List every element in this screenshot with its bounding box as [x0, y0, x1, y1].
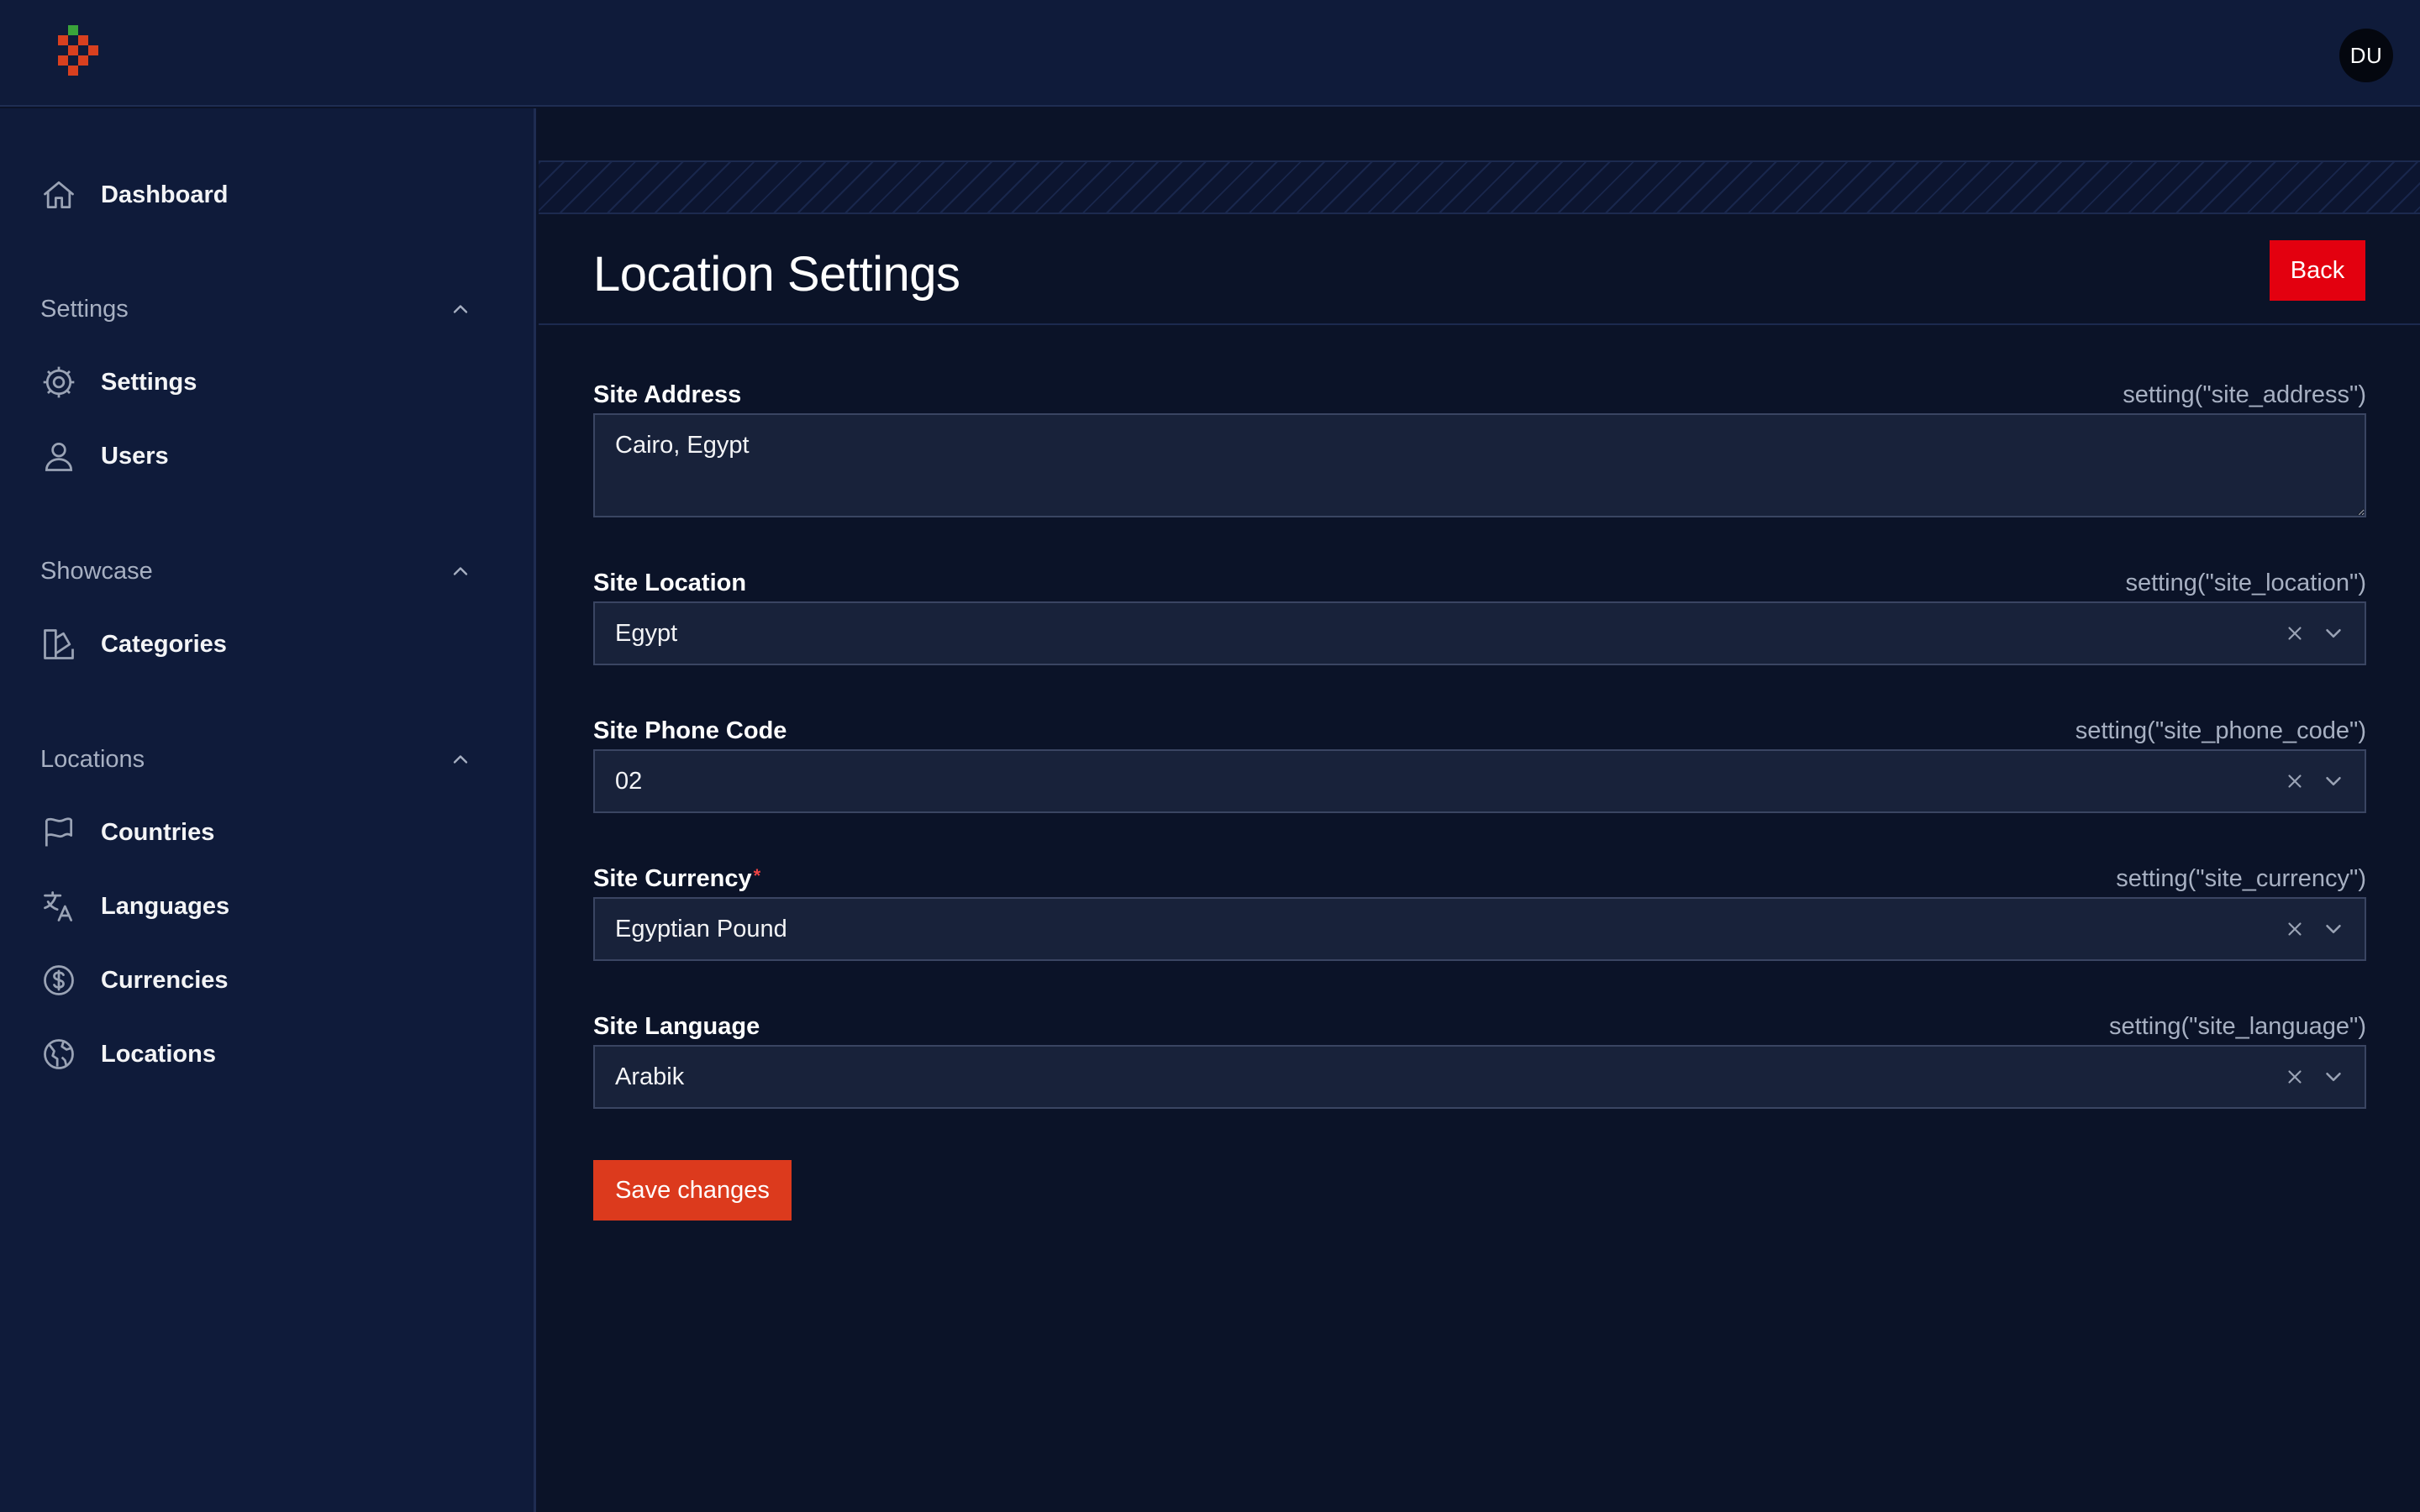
select-value: Egypt	[615, 619, 678, 647]
sidebar-item-users[interactable]: Users	[40, 431, 494, 481]
site-address-textarea[interactable]: Cairo, Egypt	[593, 413, 2366, 517]
field-label: Site Location	[593, 570, 747, 596]
sidebar-item-dashboard[interactable]: Dashboard	[40, 170, 494, 220]
field-key: setting("site_address")	[2123, 381, 2366, 408]
clear-icon[interactable]	[2284, 1066, 2306, 1088]
page-header: Location Settings Back	[539, 214, 2420, 325]
field-label: Site Language	[593, 1013, 760, 1040]
gear-icon	[40, 364, 77, 401]
globe-icon	[40, 1036, 77, 1073]
clear-icon[interactable]	[2284, 918, 2306, 940]
user-icon	[40, 438, 77, 475]
field-key: setting("site_phone_code")	[2075, 717, 2366, 744]
field-label: Site Phone Code	[593, 717, 787, 744]
sidebar-item-locations[interactable]: Locations	[40, 1029, 494, 1079]
sidebar-item-label: Countries	[101, 818, 215, 846]
site-phone-code-select[interactable]: 02	[593, 749, 2366, 813]
sidebar-group-showcase[interactable]: Showcase	[40, 550, 472, 592]
sidebar-item-label: Locations	[101, 1040, 216, 1068]
sidebar-item-label: Currencies	[101, 966, 229, 994]
chevron-down-icon[interactable]	[2321, 621, 2346, 646]
field-label: Site Currency*	[593, 865, 760, 893]
chevron-down-icon[interactable]	[2321, 769, 2346, 794]
sidebar: Dashboard Settings Settings Users Showca…	[0, 108, 536, 1512]
select-value: Arabik	[615, 1063, 685, 1090]
chevron-up-icon	[453, 567, 468, 575]
logo-icon[interactable]	[55, 25, 106, 84]
site-currency-select[interactable]: Egyptian Pound	[593, 897, 2366, 961]
flag-icon	[40, 814, 77, 851]
save-changes-button[interactable]: Save changes	[593, 1160, 792, 1221]
field-key: setting("site_language")	[2109, 1013, 2366, 1040]
field-label-text: Site Currency	[593, 865, 752, 892]
chevron-up-icon	[453, 755, 468, 764]
field-label: Site Address	[593, 381, 742, 408]
sidebar-item-label: Dashboard	[101, 181, 229, 208]
sidebar-item-categories[interactable]: Categories	[40, 619, 494, 669]
field-key: setting("site_currency")	[2116, 865, 2366, 892]
clear-icon[interactable]	[2284, 770, 2306, 792]
decorative-stripe	[539, 160, 2420, 214]
field-key: setting("site_location")	[2125, 570, 2366, 596]
sidebar-item-settings[interactable]: Settings	[40, 357, 494, 407]
swatch-icon	[40, 626, 77, 663]
back-button[interactable]: Back	[2270, 240, 2365, 301]
sidebar-group-settings[interactable]: Settings	[40, 288, 472, 330]
sidebar-item-label: Settings	[101, 368, 197, 396]
chevron-down-icon[interactable]	[2321, 1064, 2346, 1089]
clear-icon[interactable]	[2284, 622, 2306, 644]
sidebar-group-locations[interactable]: Locations	[40, 738, 472, 780]
select-value: 02	[615, 767, 643, 795]
dollar-icon	[40, 962, 77, 999]
chevron-down-icon[interactable]	[2321, 916, 2346, 942]
page-title: Location Settings	[593, 247, 960, 302]
sidebar-item-countries[interactable]: Countries	[40, 807, 494, 858]
sidebar-group-label: Settings	[40, 295, 129, 323]
translate-icon	[40, 888, 77, 925]
sidebar-group-label: Showcase	[40, 557, 153, 585]
chevron-up-icon	[453, 305, 468, 313]
select-value: Egyptian Pound	[615, 915, 787, 942]
sidebar-group-label: Locations	[40, 745, 145, 773]
sidebar-item-languages[interactable]: Languages	[40, 881, 494, 932]
top-bar: DU	[0, 0, 2420, 107]
sidebar-item-label: Users	[101, 442, 169, 470]
main-content: Location Settings Back Site Address sett…	[539, 108, 2420, 1512]
sidebar-item-label: Categories	[101, 630, 227, 658]
site-language-select[interactable]: Arabik	[593, 1045, 2366, 1109]
site-location-select[interactable]: Egypt	[593, 601, 2366, 665]
sidebar-item-currencies[interactable]: Currencies	[40, 955, 494, 1005]
sidebar-item-label: Languages	[101, 892, 230, 920]
avatar[interactable]: DU	[2339, 29, 2393, 82]
required-mark: *	[753, 865, 761, 886]
home-icon	[40, 176, 77, 213]
